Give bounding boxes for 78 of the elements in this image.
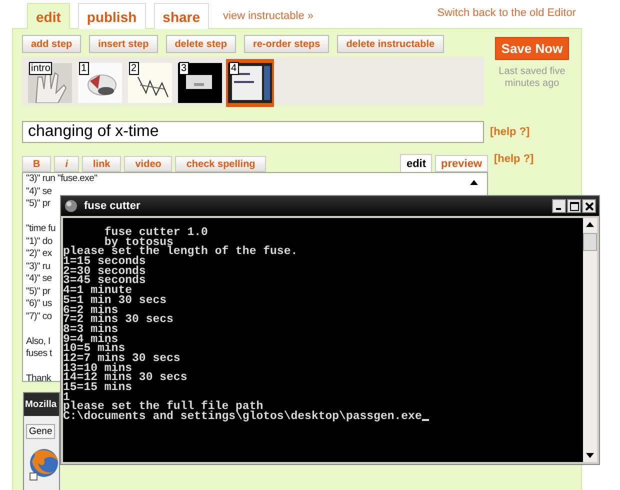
text-line: "1)" do [26, 236, 52, 248]
scroll-up-icon[interactable] [586, 221, 594, 227]
text-line: "2)" ex [26, 248, 52, 260]
console-line: 5=1 min 30 secs [63, 296, 167, 306]
step-thumbnail[interactable]: intro [26, 59, 74, 107]
mode-tab[interactable]: edit [400, 154, 432, 173]
step-number: 1 [79, 62, 89, 75]
console-line: 1 [63, 392, 70, 402]
scroll-thumb[interactable] [583, 233, 597, 251]
format-button[interactable]: check spelling [175, 156, 266, 172]
window-tab[interactable]: Gene [26, 424, 56, 439]
scroll-up-icon[interactable] [470, 179, 478, 185]
help-link[interactable]: [help ?] [490, 126, 530, 138]
text-line: "3)" run "fuse.exe" [26, 173, 98, 186]
text-line: fuses t [26, 348, 52, 360]
minimize-button[interactable] [552, 199, 566, 213]
step-thumbnail[interactable]: 4 [226, 59, 274, 107]
text-line: "5)" pr [26, 198, 50, 210]
window-title: Mozilla [24, 398, 58, 412]
close-icon [584, 202, 594, 210]
text-line: Thank [26, 373, 51, 381]
step-thumbnail[interactable]: 3 [176, 59, 224, 107]
step-number: 3 [179, 62, 189, 75]
globe-icon [28, 447, 59, 481]
step-button[interactable]: add step [22, 35, 82, 53]
console-line: fuse cutter 1.0 [103, 228, 208, 238]
text-line: "time fu [26, 223, 56, 236]
help-link[interactable]: [help ?] [494, 153, 534, 165]
save-button[interactable]: Save Now [495, 37, 569, 60]
maximize-button[interactable] [567, 199, 581, 213]
page-tab[interactable]: share [154, 3, 210, 29]
step-thumbnail[interactable]: 1 [76, 59, 124, 107]
maximize-icon [570, 202, 578, 210]
text-line: "4)" se [26, 273, 52, 286]
view-instructable-link[interactable]: view instructable » [223, 10, 314, 22]
console-line: 7=2 mins 30 secs [63, 315, 174, 325]
console-line: 2=30 seconds [63, 266, 146, 276]
step-thumbnail[interactable]: 2 [126, 59, 174, 107]
console-line: C:\documents and settings\glotos\desktop\passgen.exe [63, 412, 422, 422]
save-status: Last saved five minutes ago [498, 66, 566, 90]
console-line: 13=10 mins [63, 364, 132, 374]
format-button[interactable]: B [22, 156, 52, 172]
scrollbar[interactable] [583, 218, 597, 462]
console-line: 4=1 minute [63, 286, 132, 296]
step-button[interactable]: delete step [166, 35, 236, 53]
console-line: 8=3 mins [63, 324, 118, 335]
format-button[interactable]: video [124, 156, 172, 172]
console-line: 9=4 mins [63, 334, 118, 344]
scroll-down-icon[interactable] [586, 453, 594, 459]
text-line: "3)" ru [26, 260, 50, 273]
step-button[interactable]: insert step [89, 35, 158, 53]
format-button[interactable]: i [54, 156, 80, 172]
switch-editor-link[interactable]: Switch back to the old Editor [437, 6, 576, 18]
console-line: 1=15 seconds [63, 257, 146, 267]
text-line: "6)" us [26, 298, 52, 310]
app-icon [64, 199, 78, 213]
text-line: "4)" se [26, 186, 52, 198]
step-button[interactable]: re-order steps [244, 35, 330, 53]
mode-tab[interactable]: preview [435, 155, 488, 172]
console-line: 6=2 mins [63, 306, 118, 316]
console-line: 15=15 mins [63, 383, 132, 393]
step-number: 2 [129, 62, 139, 75]
step-button[interactable]: delete instructable [337, 35, 444, 53]
step-number: 4 [229, 62, 239, 75]
console-line: 10=5 mins [63, 344, 126, 354]
page-tab[interactable]: edit [27, 3, 70, 29]
console-line: 14=12 mins 30 secs [63, 373, 188, 383]
console-line: 12=7 mins 30 secs [63, 354, 180, 364]
window-title: fuse cutter [84, 200, 140, 212]
step-number: intro [29, 62, 52, 75]
text-line: Also, I [26, 336, 50, 348]
console-line: please set the length of the fuse. [63, 247, 298, 258]
text-line: "7)" co [26, 310, 52, 323]
format-button[interactable]: link [82, 156, 122, 172]
title-field[interactable]: changing of x-time [22, 121, 484, 143]
close-button[interactable] [582, 199, 596, 213]
page-tab[interactable]: publish [78, 3, 146, 29]
text-line: "5)" pr [26, 286, 50, 298]
